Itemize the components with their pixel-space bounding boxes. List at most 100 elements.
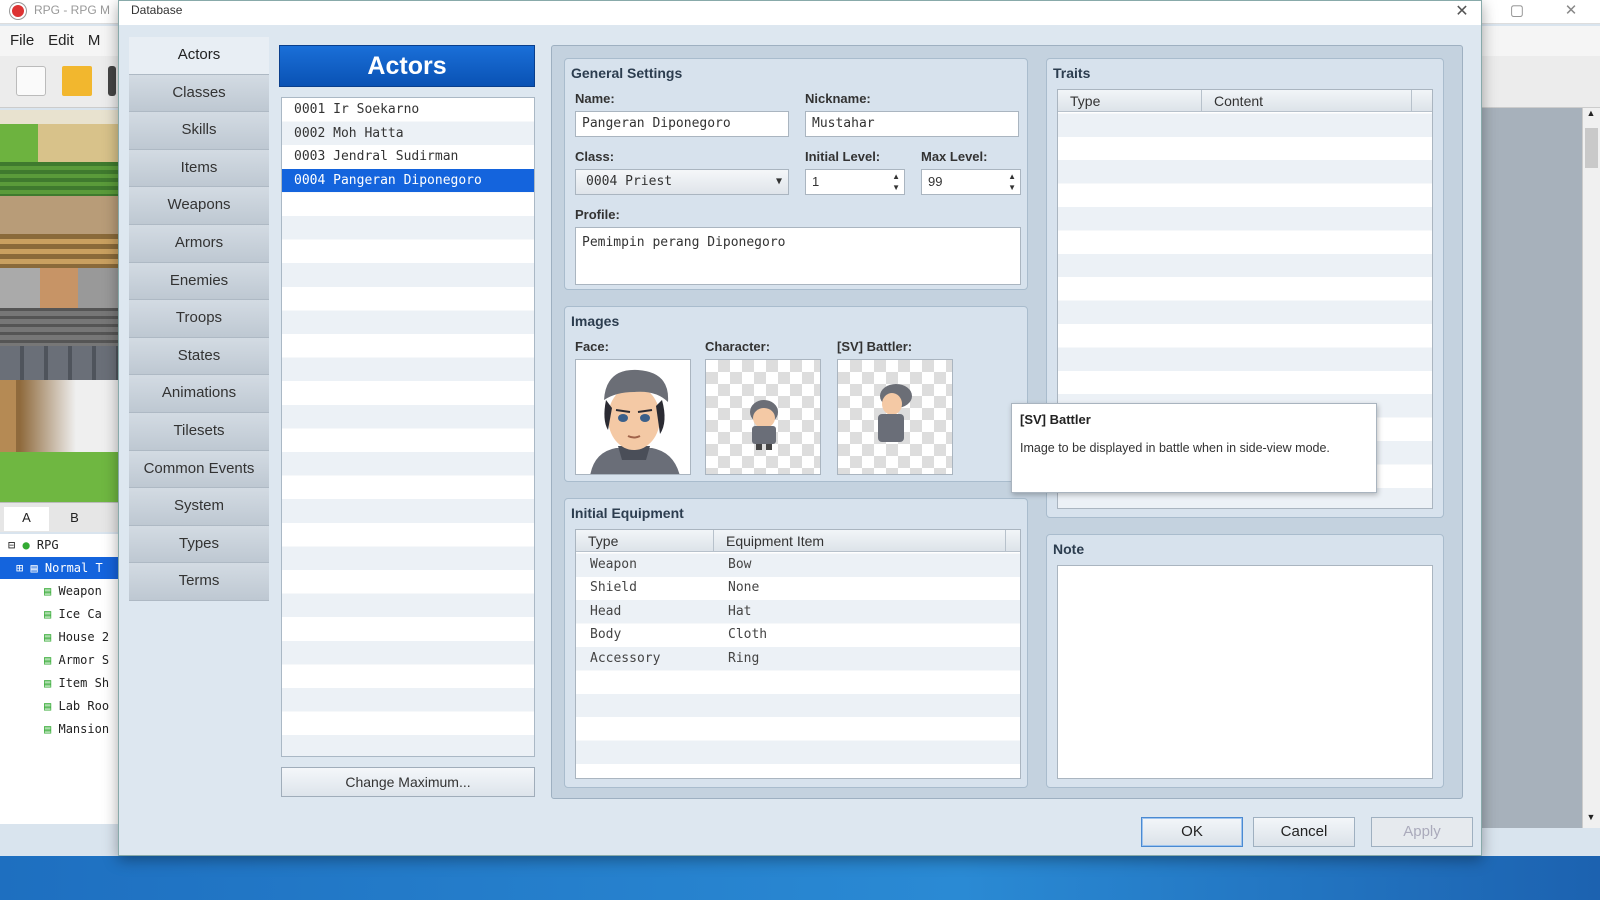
traits-table-header: Type Content [1058, 90, 1432, 112]
profile-textarea[interactable]: Pemimpin perang Diponegoro [575, 227, 1021, 285]
open-folder-icon[interactable] [62, 66, 92, 96]
battler-tooltip: [SV] Battler Image to be displayed in ba… [1011, 403, 1377, 493]
cancel-button[interactable]: Cancel [1253, 817, 1355, 847]
category-items[interactable]: Items [129, 149, 269, 188]
tree-item[interactable]: ▤ Mansion [44, 718, 109, 740]
bg-close-icon[interactable]: ✕ [1548, 0, 1594, 24]
category-classes[interactable]: Classes [129, 74, 269, 113]
category-troops[interactable]: Troops [129, 300, 269, 338]
category-armors[interactable]: Armors [129, 224, 269, 263]
apply-button[interactable]: Apply [1371, 817, 1473, 847]
nickname-label: Nickname: [805, 91, 871, 106]
tree-item[interactable]: ▤ Weapon [44, 580, 102, 602]
category-enemies[interactable]: Enemies [129, 262, 269, 301]
category-weapons[interactable]: Weapons [129, 187, 269, 225]
scroll-thumb[interactable] [1585, 128, 1598, 168]
tooltip-text: Image to be displayed in battle when in … [1020, 441, 1330, 455]
ok-button[interactable]: OK [1141, 817, 1243, 847]
scroll-down-icon[interactable]: ▼ [1585, 812, 1597, 822]
map-icon: ▤ [44, 722, 52, 736]
category-animations[interactable]: Animations [129, 375, 269, 413]
stepper-arrows-icon[interactable]: ▲ ▼ [1008, 171, 1016, 193]
col-content[interactable]: Content [1202, 90, 1412, 112]
app-icon [10, 3, 26, 19]
scroll-up-icon[interactable]: ▲ [1585, 108, 1597, 118]
actor-item[interactable]: 0002 Moh Hatta [282, 122, 534, 146]
images-group: Images Face: Character: [SV] Battler: [564, 306, 1028, 482]
col-type[interactable]: Type [576, 530, 714, 552]
note-textarea[interactable] [1057, 565, 1433, 779]
tree-item[interactable]: ⊟ ● RPG [8, 534, 59, 556]
category-types[interactable]: Types [129, 525, 269, 564]
max-level-stepper[interactable]: 99 ▲ ▼ [921, 169, 1021, 195]
note-group: Note [1046, 534, 1444, 788]
category-actors[interactable]: Actors [129, 37, 269, 75]
dialog-titlebar: Database ✕ [119, 1, 1481, 25]
map-icon: ▤ [44, 676, 52, 690]
bg-app-title: RPG - RPG M [34, 3, 111, 17]
battler-sprite-icon [878, 384, 912, 442]
close-icon[interactable]: ✕ [1447, 1, 1477, 25]
actors-header: Actors [279, 45, 535, 87]
nickname-input[interactable]: Mustahar [805, 111, 1019, 137]
actor-item-selected[interactable]: 0004 Pangeran Diponegoro [282, 168, 534, 193]
category-skills[interactable]: Skills [129, 112, 269, 150]
col-equipment-item[interactable]: Equipment Item [714, 530, 1006, 552]
table-row[interactable]: Accessory Ring [576, 647, 1020, 670]
vertical-scrollbar[interactable]: ▲ ▼ [1582, 108, 1600, 828]
category-states[interactable]: States [129, 337, 269, 376]
tree-item[interactable]: ▤ Item Sh [44, 672, 109, 694]
sv-battler-image[interactable] [837, 359, 953, 475]
table-row[interactable]: Weapon Bow [576, 553, 1020, 576]
col-type[interactable]: Type [1058, 90, 1202, 112]
tab-b[interactable]: B [52, 507, 97, 531]
initial-level-label: Initial Level: [805, 149, 881, 164]
database-dialog: Database ✕ Actors Classes Skills Items W… [118, 0, 1482, 856]
menu-m[interactable]: M [88, 32, 101, 49]
max-level-label: Max Level: [921, 149, 988, 164]
tab-a[interactable]: A [4, 507, 49, 531]
battler-label: [SV] Battler: [837, 339, 913, 354]
character-image[interactable] [705, 359, 821, 475]
images-title: Images [571, 313, 620, 329]
class-select[interactable]: 0004 Priest ▼ [575, 169, 789, 195]
menu-file[interactable]: File [10, 32, 34, 49]
tooltip-title: [SV] Battler [1020, 412, 1091, 427]
actor-item[interactable]: 0003 Jendral Sudirman [282, 145, 534, 169]
tile-tabs: A B [0, 502, 118, 532]
category-common-events[interactable]: Common Events [129, 450, 269, 489]
menu-edit[interactable]: Edit [48, 32, 74, 49]
table-row[interactable]: Head Hat [576, 600, 1020, 623]
tree-item[interactable]: ▤ Armor S [44, 649, 109, 671]
category-tilesets[interactable]: Tilesets [129, 412, 269, 451]
category-terms[interactable]: Terms [129, 563, 269, 601]
face-label: Face: [575, 339, 609, 354]
table-row[interactable]: Shield None [576, 576, 1020, 599]
new-file-icon[interactable] [16, 66, 46, 96]
bg-maximize-icon[interactable]: ▢ [1494, 0, 1540, 24]
toolbar-icon[interactable] [108, 66, 116, 96]
name-input[interactable]: Pangeran Diponegoro [575, 111, 789, 137]
character-sprite-icon [750, 400, 778, 450]
actor-item[interactable]: 0001 Ir Soekarno [282, 98, 534, 122]
tree-item[interactable]: ▤ Ice Ca [44, 603, 102, 625]
tree-item[interactable]: ▤ House 2 [44, 626, 109, 648]
tileset-palette[interactable] [0, 110, 118, 502]
dialog-title: Database [131, 3, 183, 17]
equipment-table-header: Type Equipment Item [576, 530, 1020, 552]
actor-list[interactable]: 0001 Ir Soekarno 0002 Moh Hatta 0003 Jen… [281, 97, 535, 757]
equipment-table[interactable]: Type Equipment Item Weapon Bow Shield None… [575, 529, 1021, 779]
change-maximum-button[interactable]: Change Maximum... [281, 767, 535, 797]
face-image[interactable] [575, 359, 691, 475]
character-label: Character: [705, 339, 771, 354]
table-row[interactable]: Body Cloth [576, 623, 1020, 646]
globe-icon: ● [22, 538, 30, 552]
stepper-arrows-icon[interactable]: ▲ ▼ [892, 171, 900, 193]
tree-item[interactable]: ▤ Lab Roo [44, 695, 109, 717]
tree-item[interactable]: ⊞ ▤ Normal T [0, 557, 118, 579]
category-system[interactable]: System [129, 488, 269, 526]
initial-level-stepper[interactable]: 1 ▲ ▼ [805, 169, 905, 195]
face-portrait-icon [576, 360, 690, 474]
category-list: Actors Classes Skills Items Weapons Armo… [129, 37, 269, 601]
map-icon: ▤ [44, 584, 52, 598]
